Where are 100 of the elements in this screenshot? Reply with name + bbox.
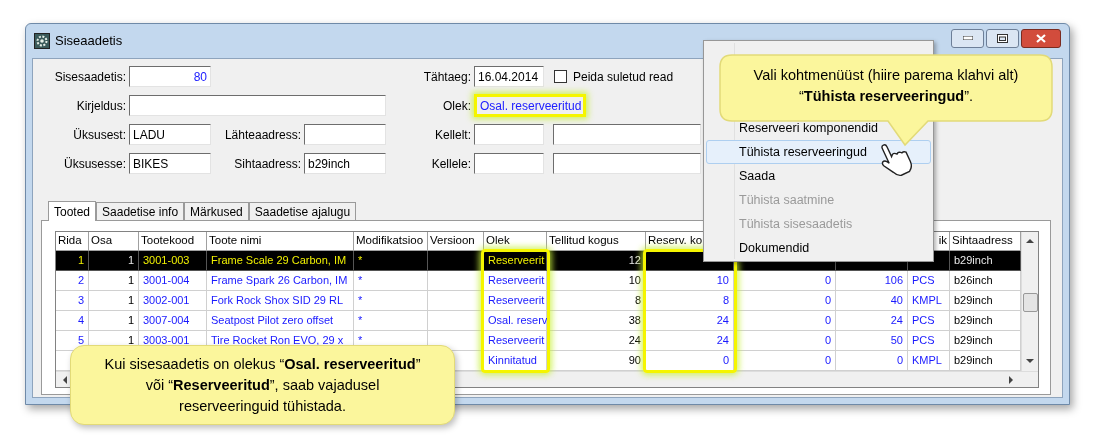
minimize-button[interactable] <box>951 28 984 48</box>
tooltip-text: Vali kohtmenüüst (hiire parema klahvi alt) “Tühista reserveeringud”. <box>752 66 1020 106</box>
column-header[interactable]: Sihtaadress <box>952 232 1013 250</box>
input-field[interactable]: BIKES <box>129 153 211 174</box>
table-cell-text: 24 <box>716 313 729 329</box>
column-header[interactable]: Tootekood <box>141 232 195 250</box>
field-label: Üksusesse: <box>63 155 126 173</box>
input-field[interactable] <box>553 153 701 174</box>
tab[interactable]: Saadetise ajalugu <box>248 202 357 220</box>
table-cell-text: 1 <box>127 253 134 269</box>
table-cell-text: 90 <box>628 353 641 369</box>
input-field[interactable]: LADU <box>129 124 211 145</box>
table-cell-text: b29inch <box>954 333 993 349</box>
column-header[interactable]: ik <box>938 232 947 250</box>
column-header[interactable]: Osa <box>91 232 113 250</box>
input-field[interactable] <box>474 153 544 174</box>
field-label: Sisesaadetis: <box>54 68 126 86</box>
table-cell-text: Seatpost Pilot zero offset <box>211 313 334 329</box>
input-field[interactable]: 16.04.2014 <box>474 66 544 87</box>
scroll-left-icon[interactable] <box>62 375 67 384</box>
scroll-right-icon[interactable] <box>1009 375 1014 384</box>
checkbox-label: Peida suletud read <box>573 68 674 86</box>
table-cell-text: b29inch <box>954 353 993 369</box>
tab[interactable]: Tooted <box>48 201 97 221</box>
window-title: Siseaadetis <box>55 32 123 51</box>
column-header[interactable]: Reserv. ko <box>648 232 703 250</box>
column-header[interactable]: Tellitud kogus <box>549 232 619 250</box>
table-cell-text: * <box>358 253 363 269</box>
menu-item[interactable]: Saada <box>706 164 931 188</box>
table-cell-text: * <box>358 313 363 329</box>
table-cell-text: 0 <box>824 313 831 329</box>
minimize-icon <box>962 36 973 40</box>
table-cell-text: 8 <box>722 293 729 309</box>
table-cell-text: b29inch <box>954 293 993 309</box>
table-cell-text: 1 <box>127 273 134 289</box>
table-cell-text: Frame Scale 29 Carbon, IM <box>211 253 347 269</box>
table-cell-text: Reserveerit <box>488 273 545 289</box>
column-header[interactable]: Toote nimi <box>209 232 262 250</box>
table-row[interactable]: 2 1 3001-004 Frame Spark 26 Carbon, IM * Reserveerit 10 10 0 106 PCS b26inch <box>56 271 1021 291</box>
table-cell-text: 24 <box>716 333 729 349</box>
column-header[interactable]: Olek <box>486 232 510 250</box>
hint-tooltip: Kui sisesaadetis on olekus “Osal. reserveeritud” või “Reserveeritud”, saab vajadusel reserveeringuid tühistada. <box>70 345 455 425</box>
table-cell-text: 40 <box>890 293 903 309</box>
table-cell-text: 0 <box>824 273 831 289</box>
table-cell-text: 1 <box>77 253 84 269</box>
table-cell-text: KMPL <box>912 353 942 369</box>
table-cell-text: 0 <box>824 333 831 349</box>
table-cell-text: 0 <box>896 353 903 369</box>
field-label: Kellelt: <box>434 126 471 144</box>
table-cell-text: 1 <box>127 293 134 309</box>
table-cell-text: Osal. reserv <box>488 313 548 329</box>
app-icon <box>34 33 50 49</box>
table-cell-text: 24 <box>890 313 903 329</box>
table-cell-text: PCS <box>912 273 935 289</box>
table-cell-text: 3 <box>77 293 84 309</box>
column-header[interactable]: Rida <box>58 232 82 250</box>
table-cell-text: 0 <box>824 293 831 309</box>
field-label: Lähteaadress: <box>224 126 301 144</box>
tab[interactable]: Saadetise info <box>96 202 185 220</box>
field-label: Tähtaeg: <box>423 68 471 86</box>
table-cell-text: 2 <box>77 273 84 289</box>
table-cell-text: Reserveerit <box>488 253 545 269</box>
tab[interactable]: Märkused <box>184 202 249 220</box>
input-field[interactable] <box>129 95 386 116</box>
table-cell-text: 50 <box>890 333 903 349</box>
maximize-button[interactable] <box>986 28 1019 48</box>
checkbox[interactable] <box>554 70 567 83</box>
table-row[interactable]: 4 1 3007-004 Seatpost Pilot zero offset * Osal. reserv 38 24 0 24 PCS b29inch <box>56 311 1021 331</box>
menu-item[interactable]: Tühista reserveeringud <box>706 140 931 164</box>
maximize-icon <box>997 33 1008 43</box>
table-row[interactable]: 3 1 3002-001 Fork Rock Shox SID 29 RL * Reserveerit 8 8 0 40 KMPL b29inch <box>56 291 1021 311</box>
table-cell-text: b29inch <box>954 313 993 329</box>
input-field[interactable]: 80 <box>129 66 211 87</box>
close-button[interactable] <box>1021 28 1061 48</box>
table-cell-text: 38 <box>628 313 641 329</box>
column-header[interactable]: Versioon <box>430 232 475 250</box>
table-cell-text: 1 <box>127 313 134 329</box>
table-cell-text: 24 <box>628 333 641 349</box>
table-cell-text: KMPL <box>912 293 942 309</box>
table-cell-text: b26inch <box>954 273 993 289</box>
table-cell-text: 3007-004 <box>143 313 190 329</box>
table-cell-text: 3002-001 <box>143 293 190 309</box>
input-field[interactable] <box>304 124 386 145</box>
table-cell-text: 3001-004 <box>143 273 190 289</box>
table-cell-text: Reserveerit <box>488 293 545 309</box>
table-cell-text: 12 <box>628 253 641 269</box>
input-field[interactable] <box>474 124 544 145</box>
table-cell-text: 106 <box>884 273 903 289</box>
table-cell-text: * <box>358 293 363 309</box>
field-label: Üksusest: <box>73 126 126 144</box>
scroll-down-icon[interactable] <box>1026 359 1034 364</box>
scrollbar-thumb[interactable] <box>1022 293 1038 312</box>
table-cell-text: Frame Spark 26 Carbon, IM <box>211 273 348 289</box>
table-cell-text: 10 <box>716 273 729 289</box>
table-cell-text: 3001-003 <box>143 253 190 269</box>
input-field[interactable] <box>553 124 701 145</box>
table-cell-text: Kinnitatud <box>488 353 537 369</box>
input-field[interactable]: b29inch <box>304 153 386 174</box>
scroll-up-icon[interactable] <box>1026 238 1034 243</box>
vertical-scrollbar[interactable] <box>1021 232 1038 371</box>
